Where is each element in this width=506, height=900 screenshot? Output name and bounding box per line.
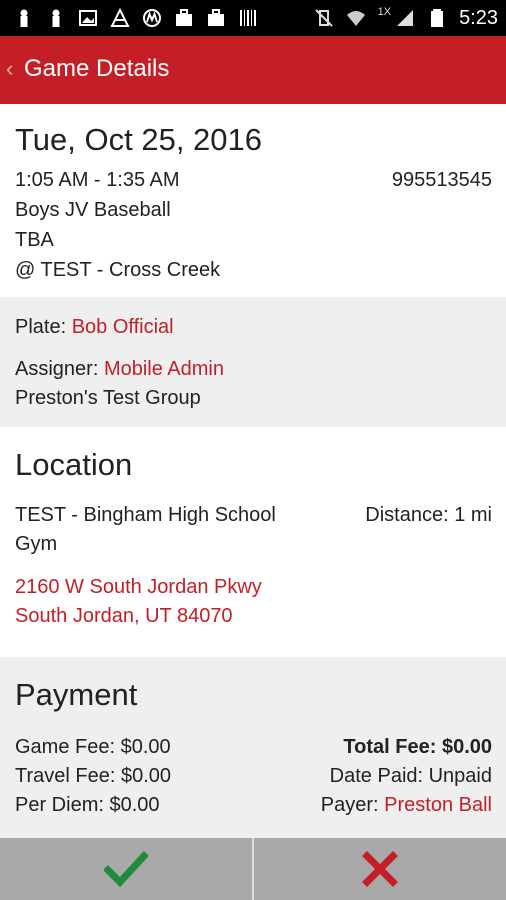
payer-link[interactable]: Preston Ball	[384, 794, 492, 816]
image-icon	[79, 10, 97, 26]
wifi-icon	[346, 11, 365, 26]
network-type-label: 1X	[377, 6, 392, 18]
location-heading: Location	[15, 447, 133, 482]
payer-row: Payer: Preston Ball	[321, 791, 492, 820]
payment-section: Payment Game Fee: $0.00 Total Fee: $0.00…	[0, 657, 506, 838]
assignment-section: Plate: Bob Official Assigner: Mobile Adm…	[0, 297, 506, 427]
notification-icon	[52, 9, 60, 27]
status-bar: 1X 5:23	[0, 0, 506, 36]
check-icon	[104, 851, 148, 887]
assigner-row: Assigner: Mobile Admin	[15, 355, 224, 384]
no-vibrate-icon	[314, 9, 333, 27]
plate-label: Plate:	[15, 316, 67, 338]
game-summary-section: Tue, Oct 25, 2016 1:05 AM - 1:35 AM 9955…	[0, 104, 506, 297]
payment-heading: Payment	[15, 677, 138, 712]
toolbar: ‹ Game Details	[0, 36, 506, 104]
plate-row: Plate: Bob Official	[15, 313, 174, 342]
game-fee: Game Fee: $0.00	[15, 736, 171, 758]
back-chevron-icon[interactable]: ‹	[6, 56, 13, 82]
briefcase-icon	[208, 9, 224, 26]
game-id: 995513545	[391, 169, 492, 191]
venue-sub-location: Gym	[15, 533, 58, 555]
travel-fee: Travel Fee: $0.00	[15, 765, 172, 787]
battery-icon	[431, 9, 444, 27]
venue-distance: Distance: 1 mi	[365, 504, 492, 526]
game-opponent: TBA	[15, 229, 54, 251]
signal-icon	[397, 10, 414, 26]
game-date: Tue, Oct 25, 2016	[15, 122, 263, 157]
total-fee: Total Fee: $0.00	[343, 736, 492, 758]
payer-label: Payer:	[320, 794, 379, 816]
briefcase-icon	[176, 9, 192, 26]
status-left-icons	[14, 6, 258, 30]
notification-icon	[20, 9, 28, 27]
action-bar	[0, 838, 506, 900]
venue-name: TEST - Bingham High School	[15, 504, 276, 526]
page-title[interactable]: Game Details	[24, 55, 169, 83]
motorola-icon	[143, 9, 161, 27]
game-time-range: 1:05 AM - 1:35 AM	[15, 169, 180, 191]
game-level: Boys JV Baseball	[15, 199, 171, 221]
address-line-2[interactable]: South Jordan, UT 84070	[15, 602, 233, 631]
decline-button[interactable]	[254, 838, 506, 900]
location-section: Location TEST - Bingham High School Dist…	[0, 427, 506, 657]
status-right-icons: 1X 5:23	[314, 5, 498, 31]
app-icon	[110, 8, 130, 27]
status-time: 5:23	[459, 6, 498, 29]
accept-button[interactable]	[0, 838, 252, 900]
assigner-link[interactable]: Mobile Admin	[104, 358, 224, 380]
assigner-label: Assigner:	[15, 358, 99, 380]
assigner-group: Preston's Test Group	[15, 387, 201, 409]
x-icon	[362, 851, 398, 887]
date-paid: Date Paid: Unpaid	[329, 765, 492, 787]
per-diem: Per Diem: $0.00	[15, 794, 160, 816]
plate-official-link[interactable]: Bob Official	[72, 316, 174, 338]
game-host: @ TEST - Cross Creek	[15, 259, 221, 281]
address-line-1[interactable]: 2160 W South Jordan Pkwy	[15, 573, 262, 602]
barcode-icon	[240, 10, 256, 26]
